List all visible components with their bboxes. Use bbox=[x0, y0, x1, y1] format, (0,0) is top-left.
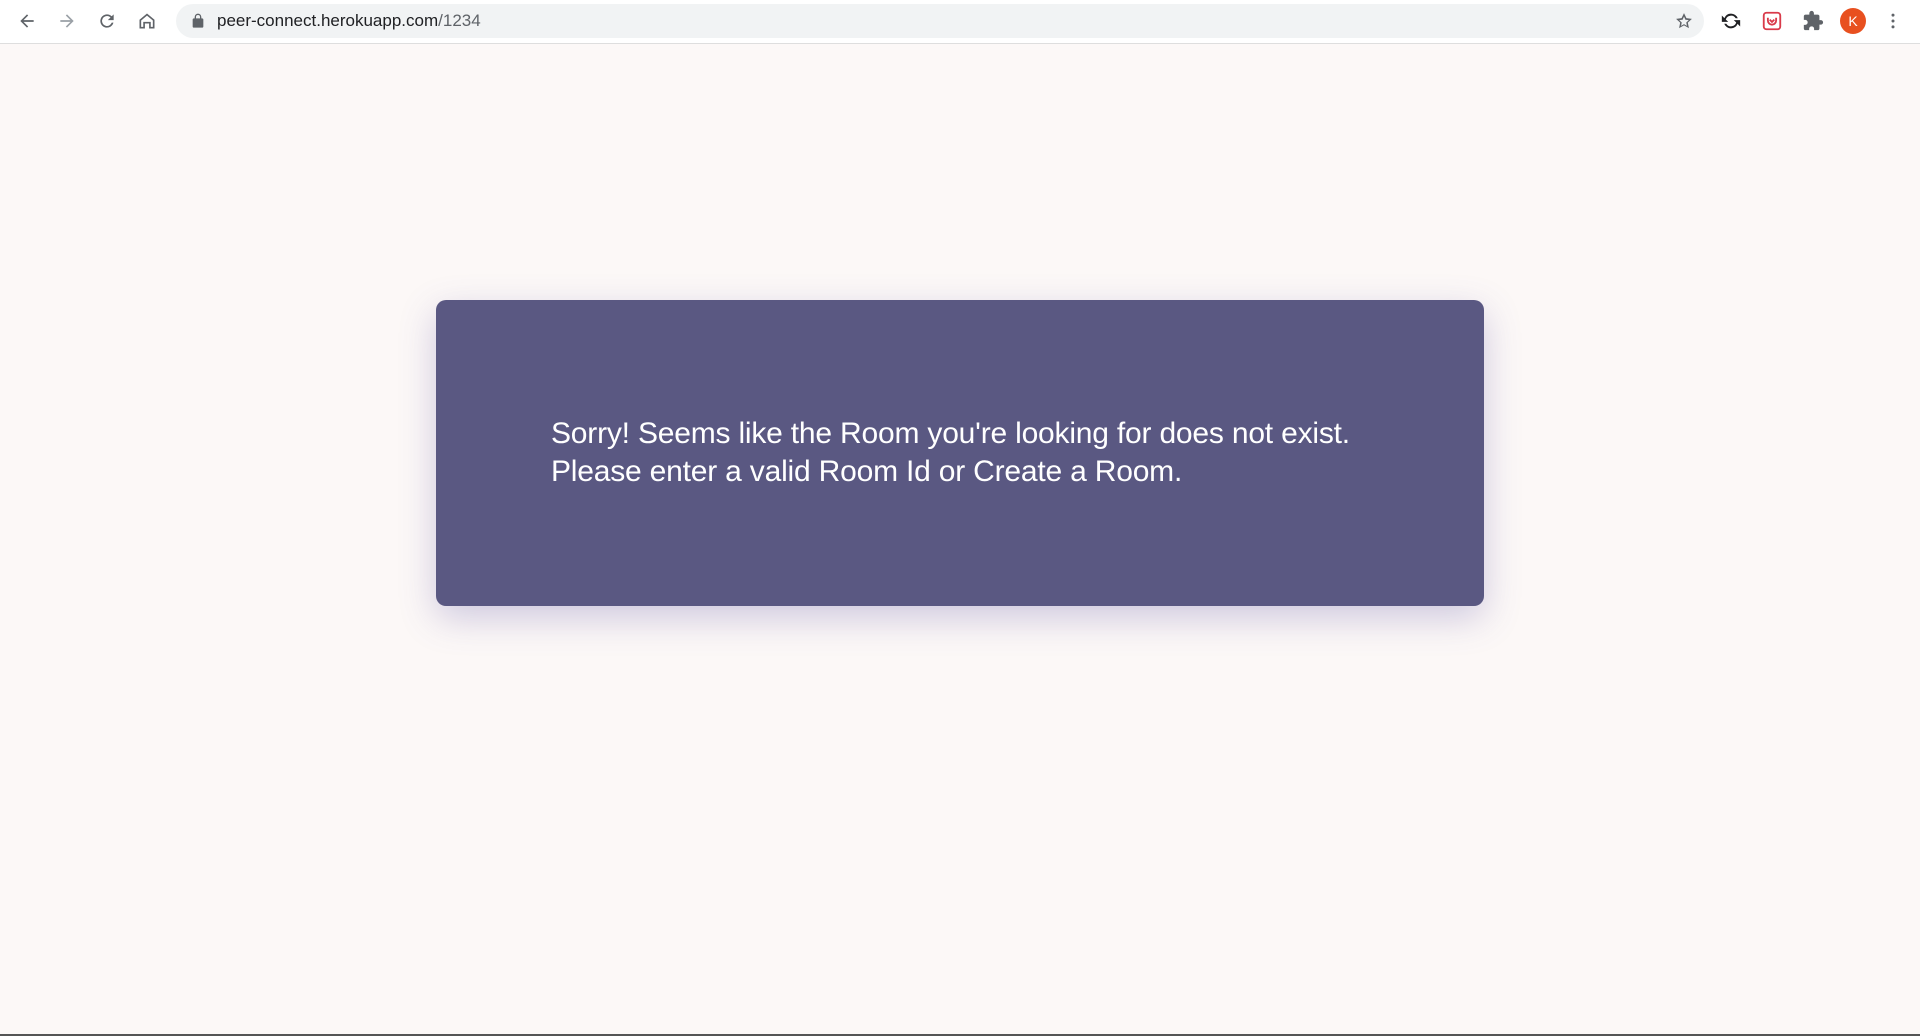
back-icon bbox=[20, 14, 34, 28]
pocket-extension-button[interactable] bbox=[1759, 8, 1785, 34]
profile-initial: K bbox=[1848, 13, 1858, 29]
home-icon bbox=[139, 13, 155, 29]
error-message: Sorry! Seems like the Room you're lookin… bbox=[551, 415, 1471, 491]
bookmark-star-icon[interactable] bbox=[1674, 11, 1694, 31]
lock-icon bbox=[192, 13, 204, 28]
reload-button[interactable] bbox=[92, 6, 122, 36]
error-message-line-1: Sorry! Seems like the Room you're lookin… bbox=[551, 417, 1350, 450]
url-path: /1234 bbox=[438, 11, 481, 30]
profile-avatar[interactable]: K bbox=[1840, 8, 1866, 34]
url-text: peer-connect.herokuapp.com/1234 bbox=[217, 12, 481, 30]
sync-extension-button[interactable] bbox=[1718, 8, 1744, 34]
home-button[interactable] bbox=[132, 6, 162, 36]
error-message-line-2: Please enter a valid Room Id or Create a… bbox=[551, 455, 1183, 488]
forward-button[interactable] bbox=[52, 6, 82, 36]
reload-icon bbox=[100, 14, 114, 28]
error-card: Sorry! Seems like the Room you're lookin… bbox=[436, 300, 1484, 606]
browser-menu-button[interactable] bbox=[1878, 6, 1908, 36]
extensions-button[interactable] bbox=[1800, 8, 1826, 34]
address-bar[interactable]: peer-connect.herokuapp.com/1234 bbox=[176, 4, 1704, 38]
more-vert-icon bbox=[1891, 13, 1895, 29]
url-host: peer-connect.herokuapp.com bbox=[217, 11, 439, 30]
forward-icon bbox=[60, 14, 74, 28]
puzzle-extensions-icon bbox=[1803, 10, 1824, 31]
pocket-extension-icon bbox=[1762, 11, 1782, 31]
sync-extension-icon bbox=[1721, 13, 1741, 29]
browser-toolbar: peer-connect.herokuapp.com/1234 K bbox=[0, 0, 1920, 44]
back-button[interactable] bbox=[12, 6, 42, 36]
